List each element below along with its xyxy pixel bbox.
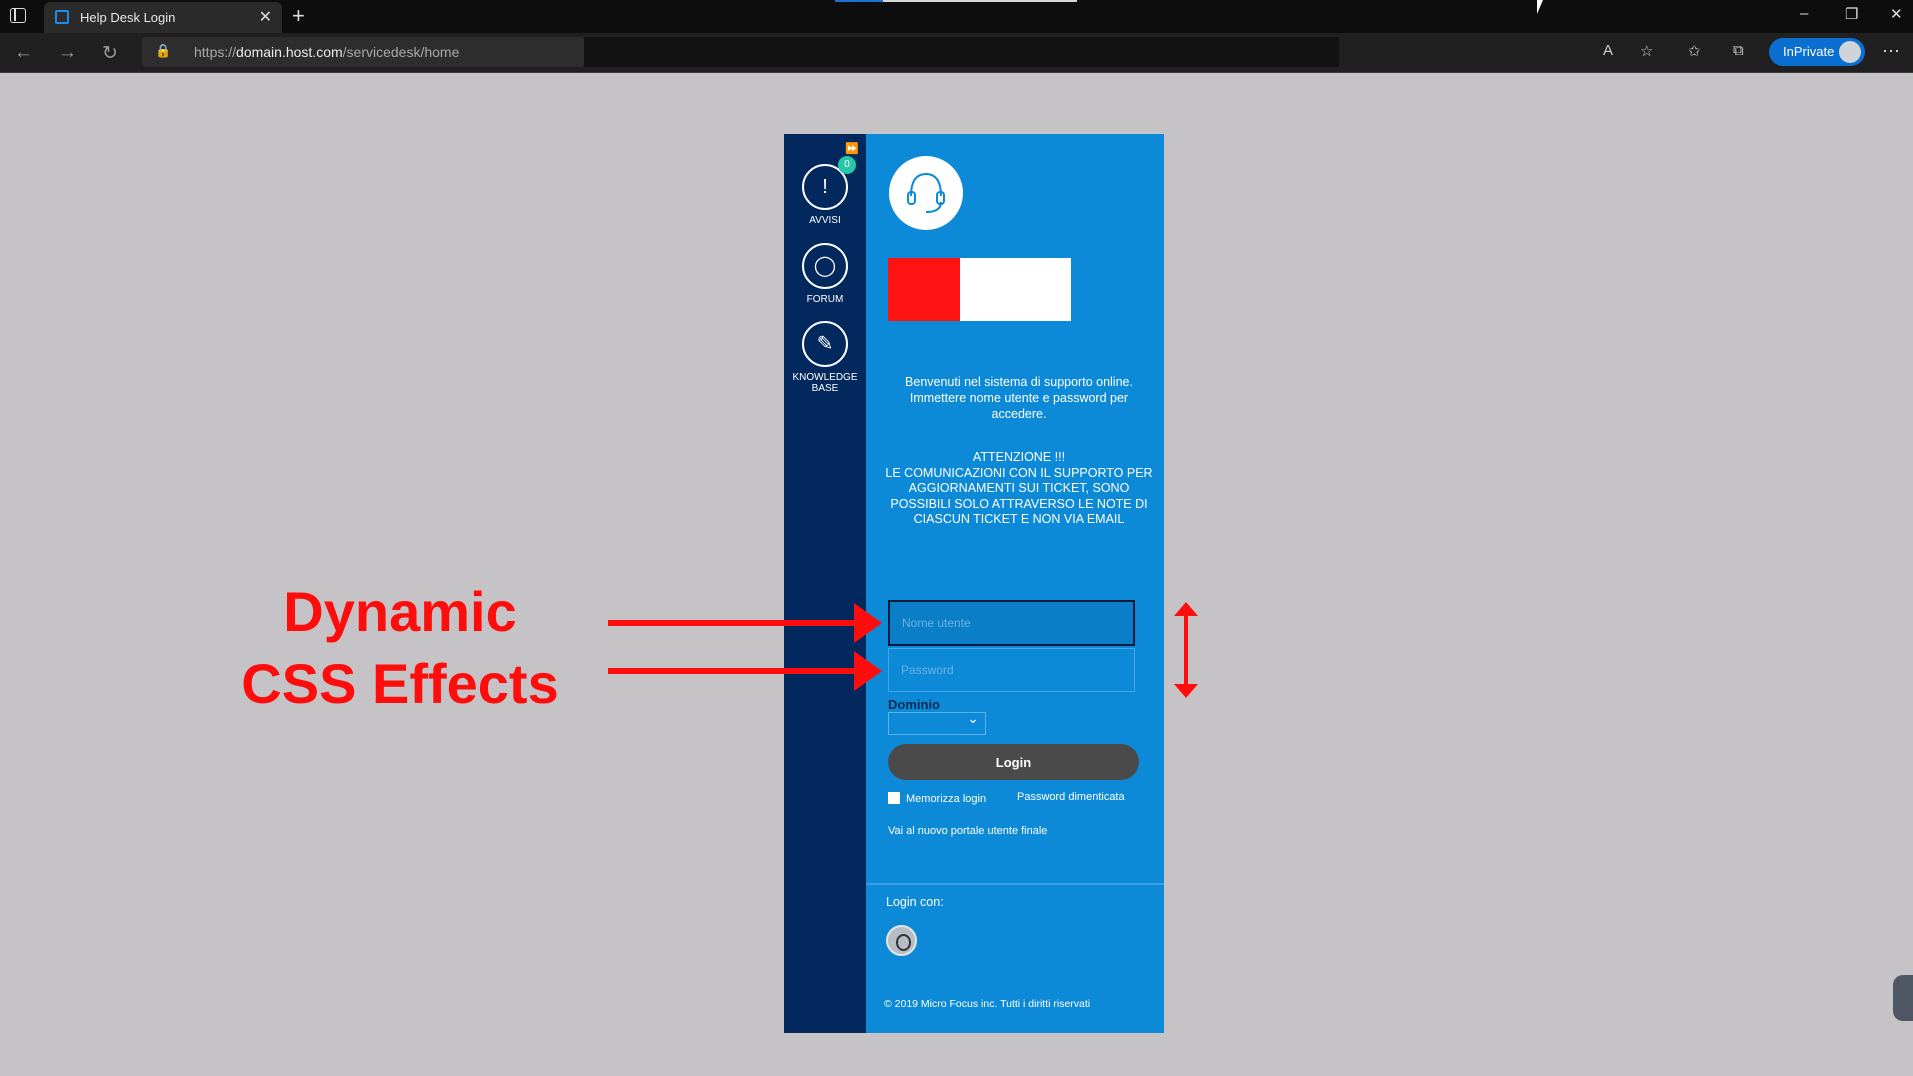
wrench-icon: ✎ bbox=[802, 321, 848, 367]
expand-icon[interactable]: ⏩ bbox=[845, 142, 859, 155]
sidebar-item-label: KNOWLEDGE BASE bbox=[792, 372, 858, 394]
close-window-icon[interactable]: ✕ bbox=[1890, 5, 1903, 23]
warning-block: ATTENZIONE !!! LE COMUNICAZIONI CON IL S… bbox=[884, 450, 1154, 528]
restore-icon[interactable]: ❐ bbox=[1845, 5, 1858, 23]
remember-checkbox[interactable] bbox=[888, 792, 900, 804]
sidebar-item-knowledge-base[interactable]: ✎ KNOWLEDGE BASE bbox=[784, 321, 866, 394]
favorites-icon[interactable]: ✩ bbox=[1688, 42, 1701, 60]
avatar bbox=[1839, 41, 1861, 63]
sidebar-item-forum[interactable]: ◯ FORUM bbox=[784, 243, 866, 305]
url-text: https://domain.host.com/servicedesk/home bbox=[194, 44, 460, 60]
password-input[interactable] bbox=[888, 648, 1135, 692]
collections-icon[interactable]: ⧉ bbox=[1733, 42, 1744, 59]
alert-icon: ! 0 bbox=[802, 156, 856, 210]
vertical-double-arrow bbox=[1174, 602, 1198, 698]
annotation-line1: Dynamic bbox=[283, 580, 517, 643]
brand-banner bbox=[888, 258, 1071, 321]
more-icon[interactable]: ⋯ bbox=[1882, 41, 1900, 62]
arrow-to-username bbox=[608, 603, 882, 643]
divider bbox=[866, 883, 1164, 885]
annotation-line2: CSS Effects bbox=[241, 652, 559, 715]
annotation-text: Dynamic CSS Effects bbox=[230, 576, 570, 720]
login-main: Benvenuti nel sistema di supporto online… bbox=[866, 134, 1164, 1033]
sidebar-item-label: AVVISI bbox=[809, 215, 841, 226]
chat-icon: ◯ bbox=[802, 243, 848, 289]
username-input[interactable] bbox=[888, 600, 1135, 646]
add-favorite-icon[interactable]: ☆ bbox=[1640, 42, 1653, 60]
login-panel: ⏩ ! 0 AVVISI ◯ FORUM ✎ KNOWLEDGE BASE Be… bbox=[784, 134, 1164, 1033]
sidebar-item-avvisi[interactable]: ! 0 AVVISI bbox=[784, 156, 866, 226]
inprivate-label: InPrivate bbox=[1783, 44, 1835, 59]
sso-login-icon[interactable] bbox=[886, 925, 917, 956]
browser-toolbar: ← → ↻ 🔒 https://domain.host.com/serviced… bbox=[0, 33, 1913, 73]
new-tab-icon[interactable]: + bbox=[292, 3, 305, 29]
refresh-icon[interactable]: ↻ bbox=[102, 42, 118, 65]
login-with-label: Login con: bbox=[886, 895, 944, 909]
warning-title: ATTENZIONE !!! bbox=[972, 450, 1066, 464]
tab-title: Help Desk Login bbox=[80, 10, 176, 25]
address-bar-extension bbox=[584, 37, 1339, 67]
read-aloud-icon[interactable]: A bbox=[1603, 42, 1613, 59]
favicon-icon bbox=[55, 10, 69, 24]
welcome-text: Benvenuti nel sistema di supporto online… bbox=[905, 375, 1133, 421]
drag-indicator bbox=[835, 0, 1077, 2]
minimize-icon[interactable]: – bbox=[1800, 5, 1808, 22]
sidebar: ⏩ ! 0 AVVISI ◯ FORUM ✎ KNOWLEDGE BASE bbox=[784, 134, 866, 1033]
copyright-text: © 2019 Micro Focus inc. Tutti i diritti … bbox=[884, 998, 1091, 1010]
forward-icon[interactable]: → bbox=[58, 42, 77, 64]
browser-tab[interactable]: Help Desk Login ✕ bbox=[44, 2, 282, 33]
address-bar[interactable]: 🔒 https://domain.host.com/servicedesk/ho… bbox=[142, 37, 584, 67]
side-widget[interactable] bbox=[1893, 975, 1913, 1021]
new-portal-link[interactable]: Vai al nuovo portale utente finale bbox=[888, 825, 1047, 837]
browser-tabbar: Help Desk Login ✕ + – ❐ ✕ bbox=[0, 0, 1913, 33]
close-tab-icon[interactable]: ✕ bbox=[259, 7, 272, 27]
notification-badge: 0 bbox=[838, 156, 856, 174]
domain-select[interactable] bbox=[888, 710, 986, 735]
inprivate-button[interactable]: InPrivate bbox=[1769, 38, 1865, 66]
sidebar-item-label: FORUM bbox=[806, 294, 844, 305]
mouse-cursor-icon bbox=[1537, 0, 1543, 14]
arrow-to-password bbox=[608, 651, 882, 691]
login-button[interactable]: Login bbox=[888, 744, 1139, 780]
back-icon[interactable]: ← bbox=[14, 42, 33, 64]
brand-banner-red bbox=[888, 258, 960, 321]
remember-login[interactable]: Memorizza login bbox=[888, 792, 986, 805]
forgot-password-link[interactable]: Password dimenticata bbox=[1017, 791, 1125, 803]
remember-label: Memorizza login bbox=[906, 793, 987, 805]
lock-icon: 🔒 bbox=[155, 43, 172, 58]
tab-actions-icon[interactable] bbox=[10, 8, 26, 23]
domain-label: Dominio bbox=[888, 697, 940, 712]
headset-logo-icon bbox=[889, 156, 963, 230]
warning-body: LE COMUNICAZIONI CON IL SUPPORTO PER AGG… bbox=[885, 465, 1153, 527]
